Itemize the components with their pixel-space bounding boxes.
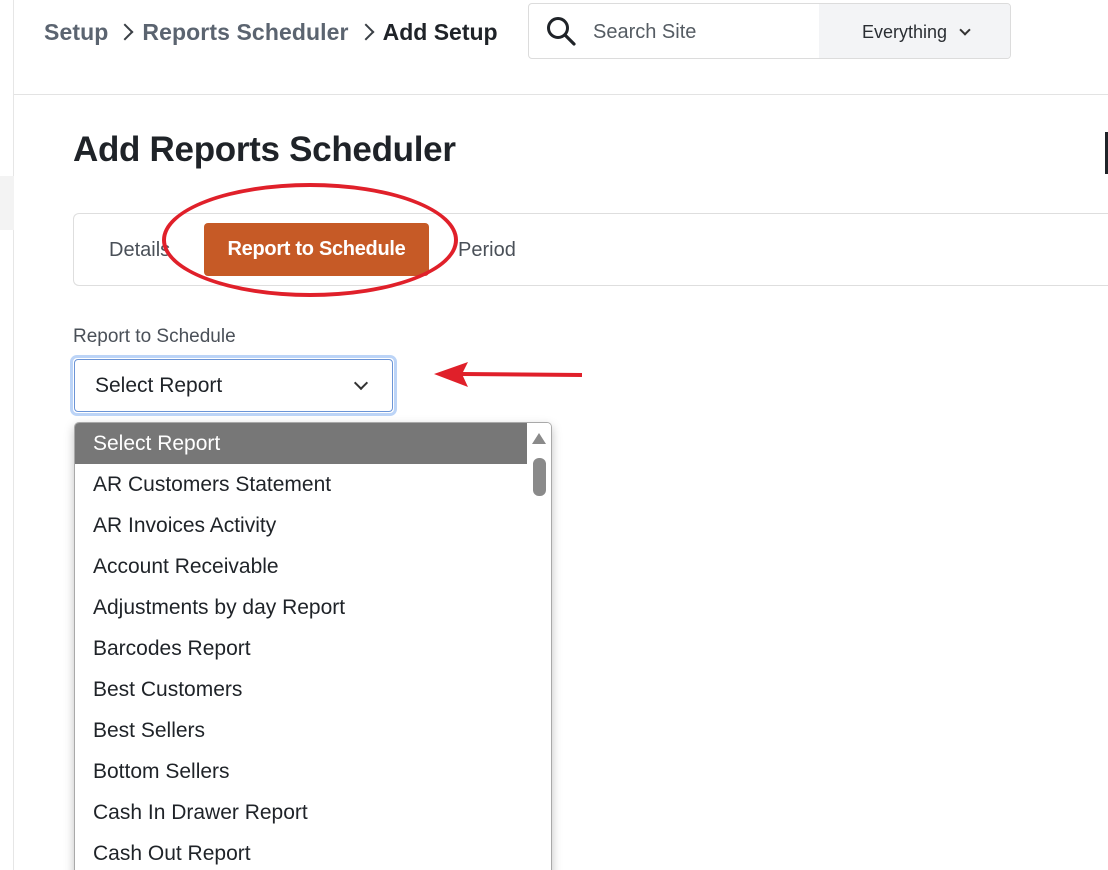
report-select[interactable]: Select Report [70, 355, 397, 416]
breadcrumb-current: Add Setup [382, 18, 498, 45]
list-item[interactable]: Adjustments by day Report [75, 587, 528, 628]
search-scope-label: Everything [861, 21, 948, 42]
list-item[interactable]: Cash Out Report [75, 833, 528, 870]
list-item[interactable]: AR Customers Statement [75, 464, 528, 505]
list-item[interactable]: Best Sellers [75, 710, 528, 751]
list-item[interactable]: Cash In Drawer Report [75, 792, 528, 833]
top-bar: Setup Reports Scheduler Add Setup Everyt… [14, 0, 1108, 95]
search-icon[interactable] [545, 15, 577, 47]
chevron-down-icon [959, 23, 971, 36]
list-item[interactable]: Barcodes Report [75, 628, 528, 669]
chevron-right-icon [349, 20, 383, 44]
page-title: Add Reports Scheduler [73, 130, 456, 169]
breadcrumb-reports-scheduler[interactable]: Reports Scheduler [142, 19, 348, 46]
chevron-right-icon [108, 20, 142, 44]
breadcrumb: Setup Reports Scheduler Add Setup [44, 16, 498, 48]
annotation-arrow-icon [434, 362, 583, 387]
tab-period[interactable]: Period [458, 239, 516, 262]
tab-details[interactable]: Details [109, 239, 170, 262]
report-select-field[interactable]: Select Report [74, 359, 393, 412]
breadcrumb-setup[interactable]: Setup [44, 19, 108, 46]
report-select-value: Select Report [95, 373, 223, 397]
list-item[interactable]: AR Invoices Activity [75, 505, 528, 546]
dropdown-scrollbar[interactable] [527, 423, 551, 870]
scrollbar-thumb[interactable] [533, 458, 546, 496]
list-item[interactable]: Best Customers [75, 669, 528, 710]
list-item[interactable]: Select Report [75, 423, 528, 464]
left-rail-active-marker [0, 176, 14, 230]
report-dropdown-list: Select Report AR Customers Statement AR … [74, 422, 552, 870]
left-rail [0, 0, 14, 870]
site-search: Everything [528, 3, 1011, 59]
list-item[interactable]: Bottom Sellers [75, 751, 528, 792]
report-to-schedule-label: Report to Schedule [73, 326, 236, 347]
search-scope-select[interactable]: Everything [819, 4, 1010, 58]
search-input[interactable] [593, 18, 813, 46]
tab-report-to-schedule[interactable]: Report to Schedule [204, 223, 429, 276]
triangle-up-icon[interactable] [532, 433, 546, 444]
tab-bar: Details Report to Schedule Period [73, 213, 1108, 286]
list-item[interactable]: Account Receivable [75, 546, 528, 587]
